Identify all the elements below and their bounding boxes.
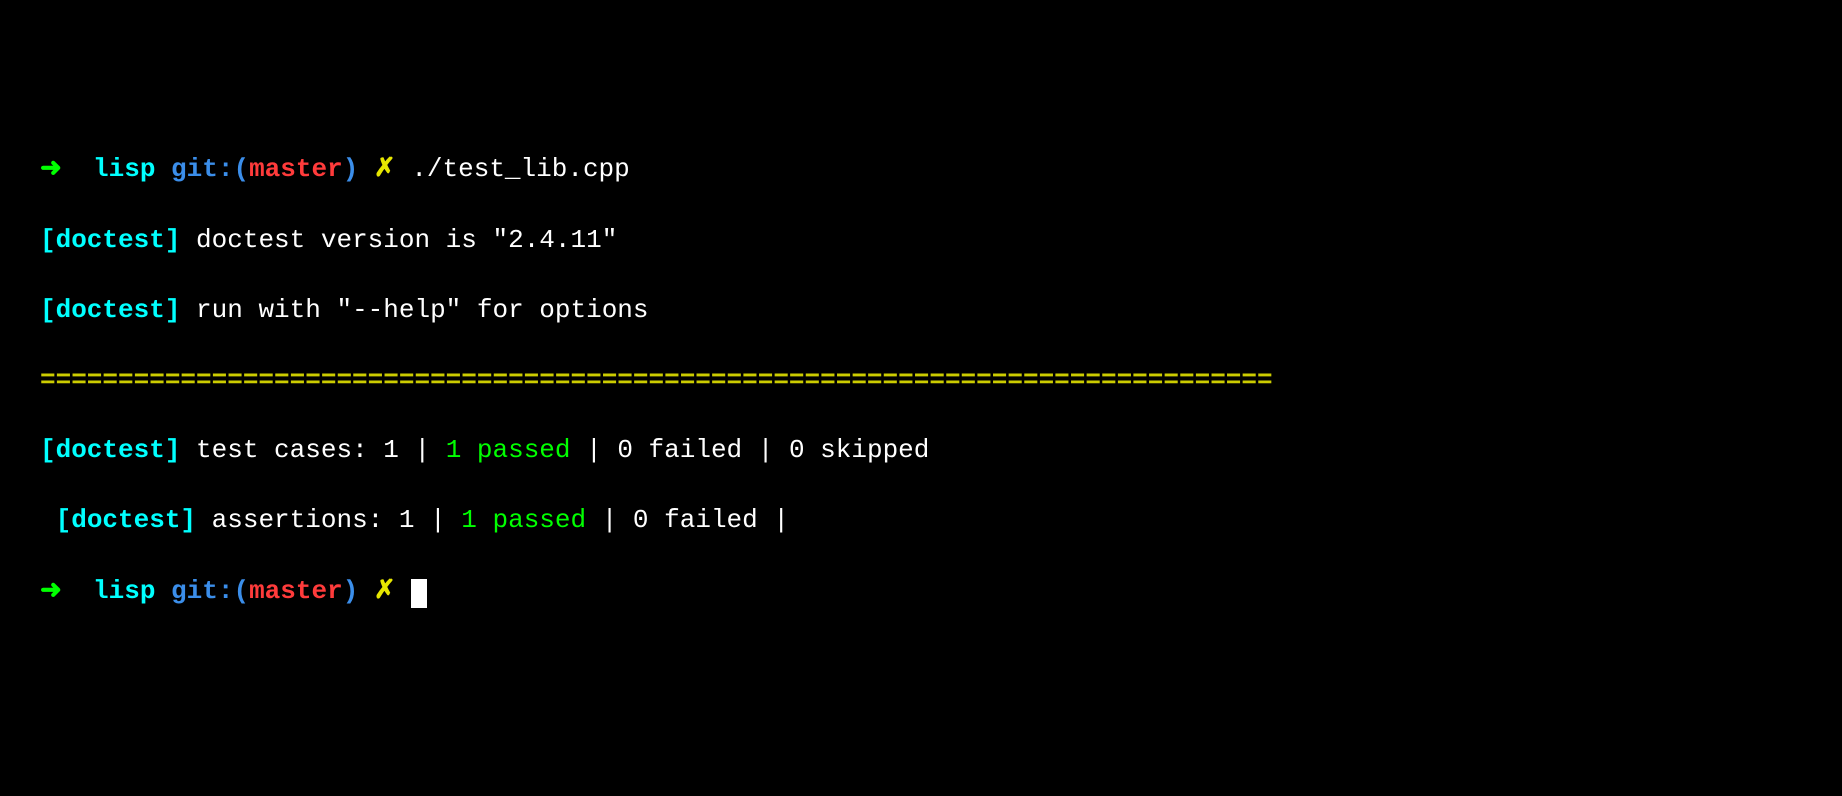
output-line: [doctest] assertions: 1 | 1 passed | 0 f… <box>40 503 1802 538</box>
output-line: [doctest] doctest version is "2.4.11" <box>40 223 1802 258</box>
output-text: | 0 failed | <box>586 505 789 535</box>
output-line: [doctest] run with "--help" for options <box>40 293 1802 328</box>
output-text: doctest version is "2.4.11" <box>180 225 617 255</box>
spacer <box>62 576 93 606</box>
output-text: assertions: 1 | <box>196 505 461 535</box>
spacer <box>396 576 412 606</box>
spacer <box>358 576 374 606</box>
passed-count: 1 passed <box>446 435 571 465</box>
output-text: run with "--help" for options <box>180 295 648 325</box>
git-branch: master <box>249 154 343 184</box>
git-suffix: ) <box>343 154 359 184</box>
command-text: ./test_lib.cpp <box>411 154 629 184</box>
spacer <box>62 154 93 184</box>
arrow-icon: ➜ <box>40 154 62 184</box>
cursor-icon[interactable] <box>411 579 427 608</box>
git-branch: master <box>249 576 343 606</box>
doctest-tag: [doctest] <box>56 505 196 535</box>
prompt-line-2[interactable]: ➜ lisp git:(master) ✗ <box>40 574 1802 609</box>
output-text: test cases: 1 | <box>180 435 445 465</box>
doctest-tag: [doctest] <box>40 225 180 255</box>
git-prefix: git:( <box>171 576 249 606</box>
cwd: lisp <box>93 154 155 184</box>
spacer <box>155 576 171 606</box>
output-text: | 0 failed | 0 skipped <box>571 435 930 465</box>
dirty-icon: ✗ <box>374 154 396 184</box>
divider-line: ========================================… <box>40 363 1802 398</box>
spacer <box>358 154 374 184</box>
git-suffix: ) <box>343 576 359 606</box>
spacer <box>155 154 171 184</box>
dirty-icon: ✗ <box>374 576 396 606</box>
doctest-tag: [doctest] <box>40 295 180 325</box>
doctest-tag: [doctest] <box>40 435 180 465</box>
git-prefix: git:( <box>171 154 249 184</box>
spacer <box>40 505 56 535</box>
arrow-icon: ➜ <box>40 576 62 606</box>
cwd: lisp <box>93 576 155 606</box>
prompt-line-1[interactable]: ➜ lisp git:(master) ✗ ./test_lib.cpp <box>40 152 1802 187</box>
passed-count: 1 passed <box>461 505 586 535</box>
spacer <box>396 154 412 184</box>
output-line: [doctest] test cases: 1 | 1 passed | 0 f… <box>40 433 1802 468</box>
